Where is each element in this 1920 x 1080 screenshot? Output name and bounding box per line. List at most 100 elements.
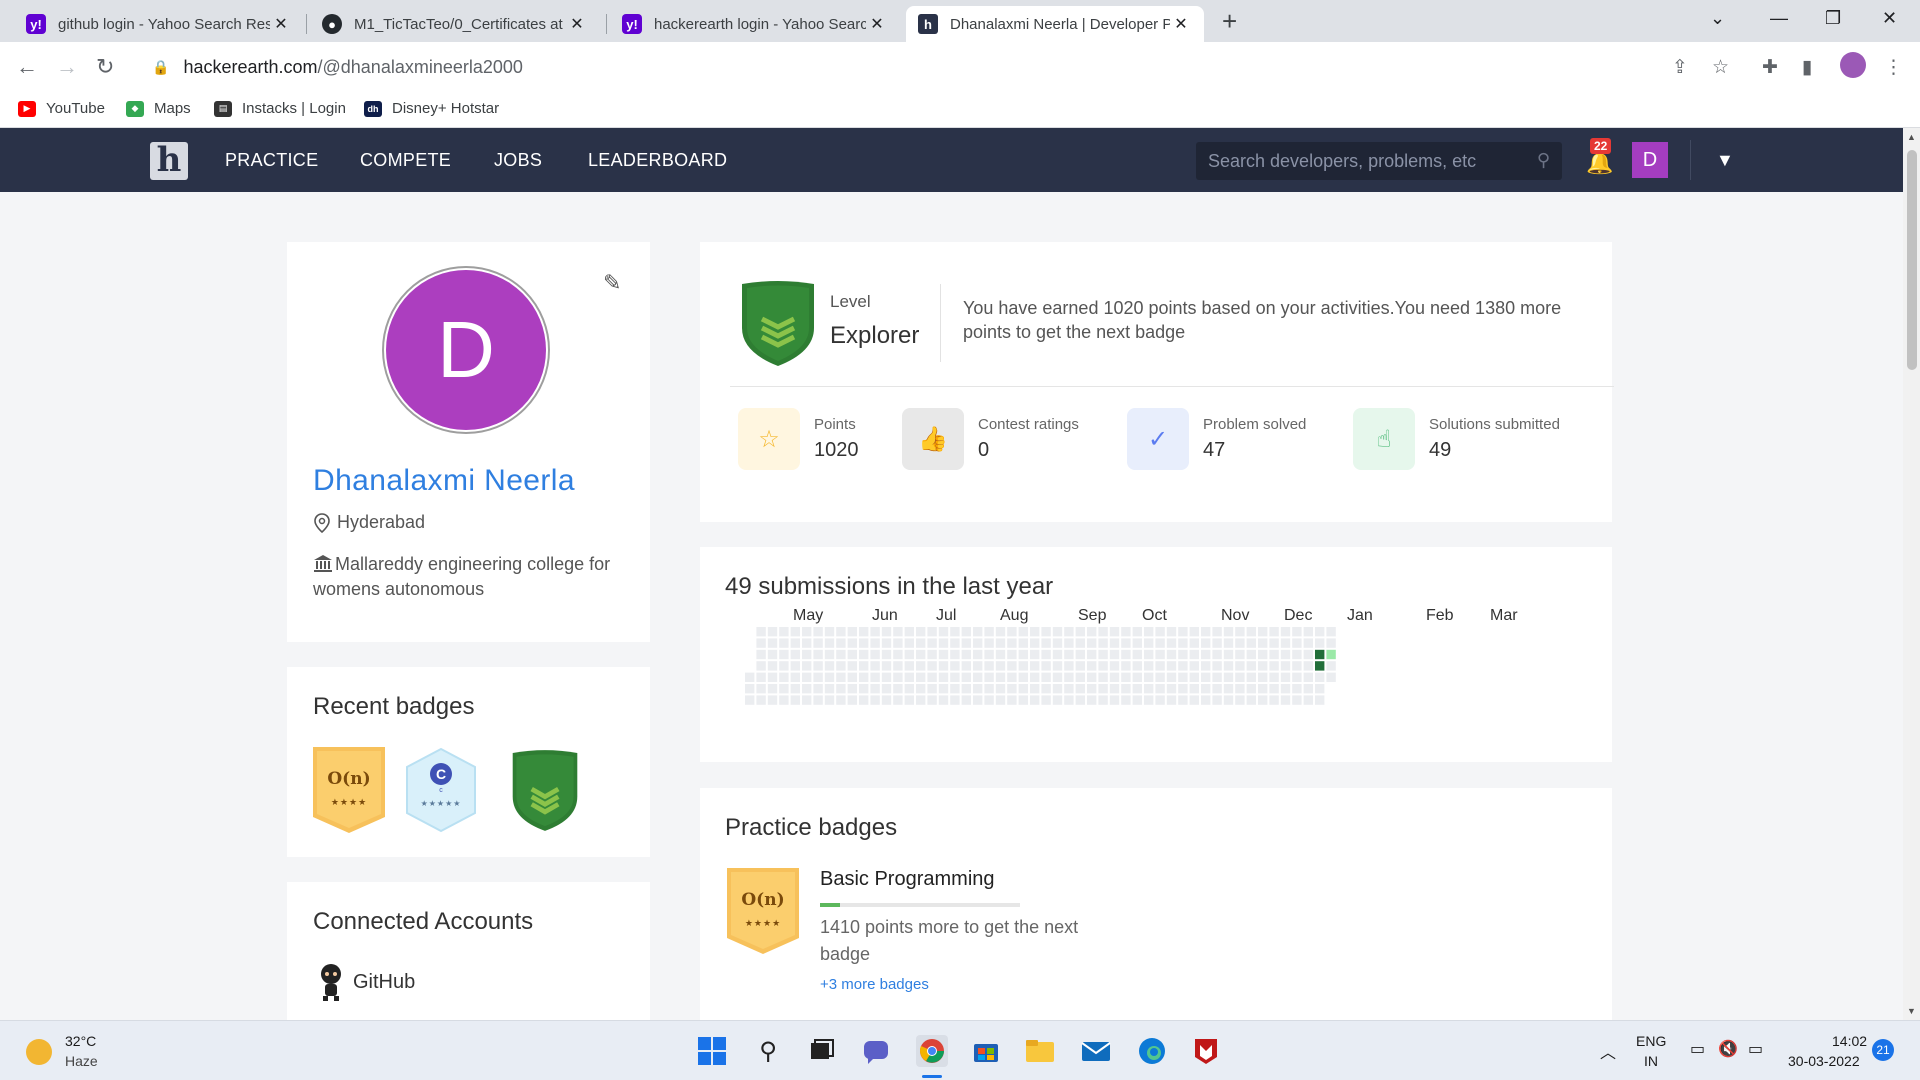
big-o-badge[interactable]: O(n) ★★★★	[311, 747, 387, 833]
search-icon[interactable]: ⚲	[1537, 150, 1550, 171]
github-label: GitHub	[353, 970, 416, 993]
menu-dots-icon[interactable]: ⋮	[1884, 56, 1903, 79]
heatmap-cell	[1212, 695, 1222, 705]
nav-leaderboard[interactable]: LEADERBOARD	[588, 150, 727, 171]
chrome-icon[interactable]	[916, 1035, 948, 1067]
nav-divider	[1690, 140, 1691, 180]
url-field[interactable]: 🔒 hackerearth.com/@dhanalaxmineerla2000	[138, 49, 1718, 85]
heatmap-cell	[904, 649, 914, 660]
basic-programming-badge[interactable]: O(n) ★★★★	[725, 868, 801, 954]
heatmap-cell	[859, 661, 869, 671]
weather-temp[interactable]: 32°C	[65, 1033, 96, 1049]
user-avatar[interactable]: D	[1632, 142, 1668, 178]
heatmap-cell	[927, 684, 937, 694]
battery-icon[interactable]: ▭	[1748, 1039, 1763, 1059]
bookmark-hotstar[interactable]: dh Disney+ Hotstar	[364, 100, 499, 117]
edge-icon[interactable]	[1136, 1035, 1168, 1067]
store-icon[interactable]	[970, 1035, 1002, 1067]
heatmap-cell	[1258, 661, 1268, 671]
bookmark-maps[interactable]: ◆ Maps	[126, 100, 191, 117]
mail-icon[interactable]	[1080, 1035, 1112, 1067]
heatmap-cell	[950, 684, 960, 694]
heatmap-cell	[1007, 695, 1017, 705]
side-panel-icon[interactable]: ▮	[1802, 56, 1812, 79]
tray-chevron-up-icon[interactable]: ︿	[1600, 1039, 1616, 1063]
clock-time[interactable]: 14:02	[1832, 1033, 1867, 1049]
heatmap-cell	[1030, 672, 1040, 682]
browser-profile-avatar[interactable]	[1840, 52, 1866, 78]
close-icon[interactable]: ✕	[270, 14, 292, 34]
heatmap-cell	[950, 672, 960, 682]
heatmap-cell	[1201, 672, 1211, 682]
scrollbar-thumb[interactable]	[1907, 150, 1917, 370]
github-octocat-icon	[321, 964, 341, 1001]
search-icon[interactable]: ⚲	[752, 1035, 784, 1067]
share-icon[interactable]: ⇪	[1672, 56, 1688, 79]
site-search-input[interactable]: Search developers, problems, etc ⚲	[1196, 142, 1562, 180]
windows-start-icon[interactable]	[696, 1035, 728, 1067]
heatmap-cell	[1030, 638, 1040, 648]
extensions-icon[interactable]: ✚	[1762, 56, 1778, 79]
new-tab-button[interactable]: +	[1222, 6, 1237, 37]
heatmap-cell	[1052, 672, 1063, 682]
heatmap-cell	[916, 638, 926, 648]
nav-practice[interactable]: PRACTICE	[225, 150, 318, 171]
minimize-icon[interactable]: —	[1770, 8, 1788, 29]
heatmap-cell	[893, 627, 903, 637]
heatmap-cell	[984, 661, 994, 671]
bookmark-star-icon[interactable]: ☆	[1712, 56, 1729, 79]
connected-accounts-title: Connected Accounts	[313, 908, 534, 935]
edit-pencil-icon[interactable]: ✎	[603, 270, 621, 296]
tab-search-icon[interactable]: ⌄	[1710, 8, 1725, 29]
window-close-icon[interactable]: ✕	[1882, 8, 1897, 29]
heatmap-cell	[813, 661, 823, 671]
language-code[interactable]: ENG	[1636, 1033, 1666, 1049]
c-language-badge[interactable]: C c ★★★★★	[403, 747, 479, 833]
chevron-down-icon[interactable]: ▼	[1716, 150, 1734, 171]
close-icon[interactable]: ✕	[866, 14, 888, 34]
tab-developer-profile[interactable]: h Dhanalaxmi Neerla | Developer P ✕	[906, 6, 1204, 42]
reload-icon[interactable]: ↻	[96, 54, 114, 80]
heatmap-cell	[1201, 661, 1211, 671]
scroll-down-icon[interactable]: ▼	[1907, 1006, 1916, 1016]
tab-github-login-search[interactable]: y! github login - Yahoo Search Resu ✕	[14, 6, 304, 42]
nav-compete[interactable]: COMPETE	[360, 150, 451, 171]
heatmap-cell	[1018, 627, 1028, 637]
forward-icon[interactable]: →	[56, 54, 78, 80]
heatmap-cell	[813, 695, 823, 705]
mcafee-icon[interactable]	[1190, 1035, 1222, 1067]
nav-jobs[interactable]: JOBS	[494, 150, 542, 171]
volume-muted-icon[interactable]: 🔇	[1718, 1039, 1738, 1059]
explorer-badge[interactable]	[507, 747, 583, 833]
heatmap-cell	[1030, 684, 1040, 694]
restore-icon[interactable]: ❐	[1825, 8, 1841, 29]
heatmap-cell	[984, 684, 994, 694]
close-icon[interactable]: ✕	[566, 14, 588, 34]
scroll-up-icon[interactable]: ▲	[1907, 132, 1916, 142]
file-explorer-icon[interactable]	[1024, 1035, 1056, 1067]
hackerearth-logo[interactable]: h	[150, 142, 188, 180]
heatmap-cell	[1280, 627, 1291, 637]
weather-sun-icon[interactable]	[26, 1039, 52, 1065]
heatmap-cell	[1064, 627, 1074, 637]
task-view-icon[interactable]	[806, 1035, 838, 1067]
network-icon[interactable]: ▭	[1690, 1039, 1705, 1059]
bookmark-instacks[interactable]: ▤ Instacks | Login	[214, 100, 346, 117]
tab-github-certificates[interactable]: ● M1_TicTacTeo/0_Certificates at m ✕	[310, 6, 600, 42]
more-badges-link[interactable]: +3 more badges	[820, 976, 929, 993]
page-scrollbar[interactable]: ▲ ▼	[1903, 128, 1920, 1020]
back-icon[interactable]: ←	[16, 54, 38, 80]
notification-center-badge[interactable]: 21	[1872, 1039, 1894, 1061]
college-text: Mallareddy engineering college for women…	[313, 554, 611, 599]
heatmap-cell	[790, 638, 800, 648]
tab-hackerearth-login-search[interactable]: y! hackerearth login - Yahoo Search ✕	[610, 6, 900, 42]
language-region: IN	[1644, 1053, 1658, 1069]
heatmap-cell	[767, 627, 778, 637]
close-icon[interactable]: ✕	[1170, 14, 1192, 34]
github-account-link[interactable]: GitHub	[317, 962, 415, 1002]
bookmark-youtube[interactable]: ▶ YouTube	[18, 100, 105, 117]
teams-chat-icon[interactable]	[860, 1035, 892, 1067]
heatmap-cell	[802, 672, 812, 682]
heatmap-cell	[1212, 672, 1222, 682]
heatmap-cell	[973, 627, 983, 637]
